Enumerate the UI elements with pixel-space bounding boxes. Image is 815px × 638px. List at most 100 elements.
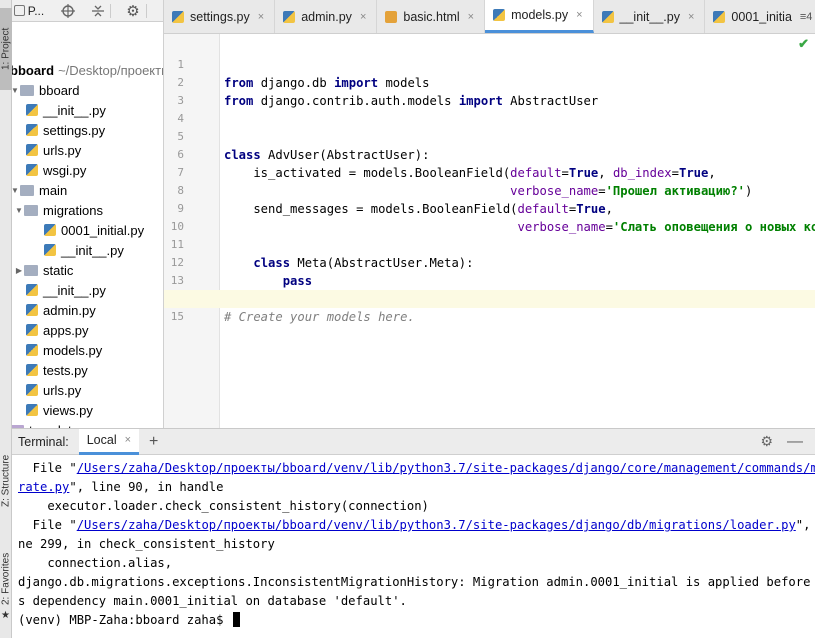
tree-item-label: static bbox=[43, 262, 74, 278]
terminal-text: s dependency main.0001_initial on databa… bbox=[18, 594, 407, 608]
favorites-tool-tab[interactable]: 2: Favorites bbox=[0, 540, 12, 618]
terminal-prompt: (venv) MBP-Zaha:bboard zaha$ bbox=[18, 613, 231, 627]
left-tool-stripe: 1: Project Z: Structure 2: Favorites ★ bbox=[0, 0, 12, 638]
chevron-down-icon: ▼ bbox=[12, 186, 20, 195]
folder-icon bbox=[20, 84, 34, 96]
tree-item-root[interactable]: bboard ~/Desktop/проекты bbox=[12, 60, 163, 80]
python-file-icon bbox=[26, 384, 38, 396]
project-view-selector[interactable]: P... bbox=[12, 0, 46, 22]
code-line: 12 pass bbox=[164, 236, 815, 288]
close-icon[interactable]: × bbox=[468, 11, 474, 23]
tree-item-file[interactable]: __init__.py bbox=[26, 280, 106, 300]
tree-item-folder[interactable]: ▼ bboard bbox=[12, 80, 79, 100]
tab-init-py[interactable]: __init__.py × bbox=[594, 0, 706, 33]
code-line: 8 send_messages = models.BooleanField(de… bbox=[164, 164, 815, 216]
terminal-output[interactable]: File "/Users/zaha/Desktop/проекты/bboard… bbox=[12, 455, 815, 638]
tree-item-folder[interactable]: ▶ static bbox=[14, 260, 73, 280]
tree-item-file[interactable]: apps.py bbox=[26, 320, 89, 340]
collapse-icon bbox=[92, 5, 104, 16]
settings-button[interactable]: ⚙ bbox=[120, 0, 146, 22]
python-file-icon bbox=[713, 10, 726, 23]
close-icon[interactable]: × bbox=[125, 434, 131, 446]
chevron-down-icon: ▼ bbox=[12, 86, 20, 95]
tab-label: __init__.py bbox=[619, 9, 680, 24]
tree-item-file[interactable]: admin.py bbox=[26, 300, 96, 320]
code-line: 13 bbox=[164, 254, 815, 287]
tree-item-file[interactable]: __init__.py bbox=[44, 240, 124, 260]
crosshair-icon bbox=[61, 3, 75, 18]
terminal-line: ne 299, in check_consistent_history bbox=[18, 535, 275, 554]
tree-item-file[interactable]: models.py bbox=[26, 340, 102, 360]
tab-local[interactable]: Local × bbox=[78, 428, 140, 455]
python-file-icon bbox=[172, 10, 184, 23]
tree-item-file[interactable]: __init__.py bbox=[26, 100, 106, 120]
python-file-icon bbox=[26, 404, 38, 416]
folder-icon bbox=[24, 264, 38, 276]
code-line: 4 bbox=[164, 92, 815, 125]
header-divider bbox=[146, 3, 162, 18]
tab-admin-py[interactable]: admin.py × bbox=[275, 0, 378, 33]
code-comment: # Create your models here. bbox=[224, 310, 415, 324]
more-tabs-button[interactable]: ≡4 bbox=[794, 0, 815, 33]
gear-icon[interactable]: ⚙ bbox=[760, 433, 773, 450]
terminal-line: rate.py", line 90, in handle bbox=[18, 478, 223, 497]
tree-item-folder[interactable]: ▼ main bbox=[12, 180, 67, 200]
python-file-icon bbox=[26, 104, 38, 116]
file-link[interactable]: rate.py bbox=[18, 480, 69, 494]
tree-item-label: settings.py bbox=[43, 122, 106, 138]
file-link[interactable]: /Users/zaha/Desktop/проекты/bboard/venv/… bbox=[77, 518, 796, 532]
tab-label: models.py bbox=[511, 8, 569, 22]
tree-item-file[interactable]: urls.py bbox=[26, 380, 81, 400]
tab-basic-html[interactable]: basic.html × bbox=[377, 0, 486, 33]
tree-item-file[interactable]: wsgi.py bbox=[26, 160, 86, 180]
collapse-all-button[interactable] bbox=[86, 0, 110, 22]
new-terminal-button[interactable]: + bbox=[139, 433, 168, 451]
tree-item-label: models.py bbox=[43, 342, 103, 358]
tree-item-label: bboard bbox=[12, 62, 55, 78]
window-icon bbox=[13, 5, 25, 16]
terminal-title: Terminal: bbox=[18, 434, 69, 449]
code-line: 10 bbox=[164, 200, 815, 233]
python-file-icon bbox=[26, 144, 38, 156]
header-divider bbox=[110, 3, 120, 18]
tab-label: 0001_initia bbox=[731, 9, 792, 24]
gear-icon: ⚙ bbox=[126, 2, 140, 20]
tree-item-label: __init__.py bbox=[43, 282, 106, 298]
python-file-icon bbox=[26, 324, 38, 336]
structure-tool-tab[interactable]: Z: Structure bbox=[0, 448, 12, 514]
project-panel-header: P... ⚙ bbox=[12, 0, 163, 22]
tree-item-folder[interactable]: ▼ migrations bbox=[14, 200, 103, 220]
tree-item-file[interactable]: urls.py bbox=[26, 140, 81, 160]
python-file-icon bbox=[44, 224, 56, 236]
close-icon[interactable]: × bbox=[360, 11, 366, 23]
file-link[interactable]: /Users/zaha/Desktop/проекты/bboard/venv/… bbox=[77, 461, 815, 475]
terminal-text: File " bbox=[18, 461, 77, 475]
tab-settings-py[interactable]: settings.py × bbox=[164, 0, 276, 33]
tree-item-label: wsgi.py bbox=[43, 162, 87, 178]
tree-item-file[interactable]: settings.py bbox=[26, 120, 105, 140]
tree-item-folder[interactable]: templates bbox=[12, 420, 85, 428]
terminal-text: File " bbox=[18, 518, 77, 532]
terminal-panel: Terminal: Local × + ⚙ — File "/Users/zah… bbox=[12, 428, 815, 638]
close-icon[interactable]: × bbox=[688, 11, 694, 23]
tree-item-label: tests.py bbox=[43, 362, 88, 378]
project-tool-tab[interactable]: 1: Project bbox=[0, 8, 12, 90]
chevron-down-icon: ▼ bbox=[15, 205, 23, 215]
python-file-icon bbox=[26, 164, 38, 176]
tree-item-label: admin.py bbox=[43, 302, 96, 318]
star-icon: ★ bbox=[1, 610, 10, 621]
tree-item-file[interactable]: tests.py bbox=[26, 360, 88, 380]
code-editor[interactable]: ✔ 1 from django.db import models 2 from … bbox=[164, 34, 815, 428]
tree-item-file[interactable]: 0001_initial.py bbox=[44, 220, 144, 240]
code-line: 1 from django.db import models bbox=[164, 38, 815, 90]
tab-0001-initial[interactable]: 0001_initia bbox=[705, 0, 793, 33]
minimize-icon[interactable]: — bbox=[787, 433, 803, 451]
terminal-line: s dependency main.0001_initial on databa… bbox=[18, 592, 407, 611]
tree-item-file[interactable]: views.py bbox=[26, 400, 93, 420]
close-icon[interactable]: × bbox=[258, 11, 264, 23]
locate-file-button[interactable] bbox=[50, 0, 86, 22]
close-icon[interactable]: × bbox=[576, 9, 582, 21]
html-file-icon bbox=[385, 10, 398, 23]
python-file-icon bbox=[26, 284, 38, 296]
tab-models-py[interactable]: models.py × bbox=[485, 0, 594, 33]
